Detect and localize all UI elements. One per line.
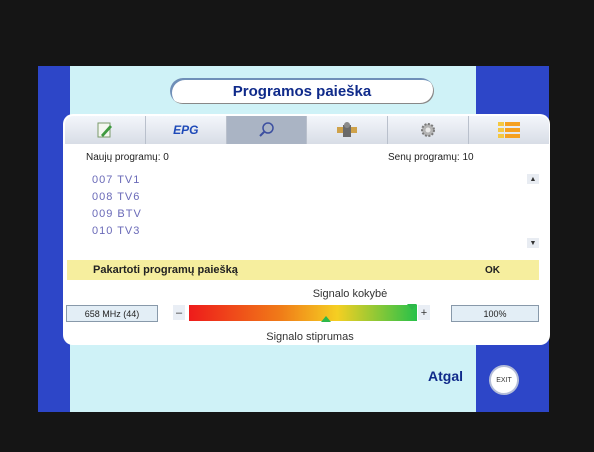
signal-percent: 100% xyxy=(451,305,539,322)
rescan-label: Pakartoti programų paiešką xyxy=(93,264,238,276)
tab-bar: EPG xyxy=(65,116,549,144)
ok-label: OK xyxy=(485,264,500,276)
tab-epg[interactable]: EPG xyxy=(145,116,227,144)
satellite-icon xyxy=(337,122,358,137)
rescan-button[interactable]: Pakartoti programų paiešką OK xyxy=(67,260,539,280)
tab-satellite[interactable] xyxy=(307,116,389,144)
gear-icon xyxy=(421,123,436,137)
page-title: Programos paieška xyxy=(170,78,434,104)
page-title-text: Programos paieška xyxy=(232,82,372,100)
list-item[interactable]: 009 BTV xyxy=(84,206,529,223)
signal-quality-label: Signalo kokybė xyxy=(312,288,388,300)
grid-icon xyxy=(498,122,521,138)
frequency-field: 658 MHz (44) xyxy=(66,305,158,322)
new-programs-count: Naujų programų: 0 xyxy=(86,152,169,163)
tab-edit[interactable] xyxy=(65,116,146,144)
signal-strength-label: Signalo stiprumas xyxy=(266,331,354,343)
scroll-up-icon[interactable]: ▲ xyxy=(527,174,539,184)
search-icon xyxy=(258,122,274,137)
list-item[interactable]: 008 TV6 xyxy=(84,189,529,206)
back-label: Atgal xyxy=(428,368,463,384)
tab-grid[interactable] xyxy=(469,116,549,144)
strength-marker xyxy=(320,316,331,322)
tab-settings[interactable] xyxy=(388,116,470,144)
minus-icon[interactable]: – xyxy=(173,305,185,320)
quality-marker xyxy=(407,304,417,310)
old-programs-count: Senų programų: 10 xyxy=(388,152,474,163)
channel-list[interactable]: 007 TV1 008 TV6 009 BTV 010 TV3 xyxy=(84,172,529,248)
epg-icon: EPG xyxy=(173,123,199,137)
list-item[interactable]: 010 TV3 xyxy=(84,223,529,240)
edit-icon xyxy=(97,122,112,138)
exit-button[interactable]: EXIT xyxy=(489,365,519,395)
scrollbar[interactable]: ▲ ▼ xyxy=(527,174,539,248)
list-item[interactable]: 007 TV1 xyxy=(84,172,529,189)
plus-icon[interactable]: + xyxy=(418,305,430,320)
signal-bar xyxy=(189,304,417,322)
tab-search[interactable] xyxy=(226,116,308,144)
scroll-down-icon[interactable]: ▼ xyxy=(527,238,539,248)
